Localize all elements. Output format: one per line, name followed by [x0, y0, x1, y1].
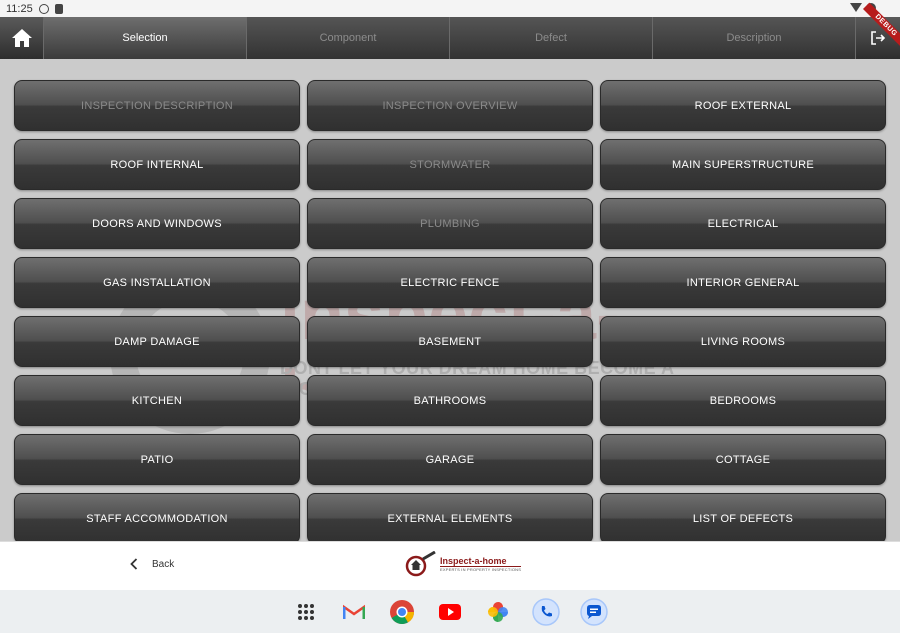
tab-component[interactable]: Component — [246, 17, 449, 59]
status-bar: 11:25 — [0, 0, 900, 17]
category-button-kitchen[interactable]: KITCHEN — [14, 375, 300, 426]
tab-defect[interactable]: Defect — [449, 17, 652, 59]
bottom-bar: Back Inspect-a-home EXPERTS IN PROPERTY … — [0, 541, 900, 590]
category-button-electrical[interactable]: ELECTRICAL — [600, 198, 886, 249]
category-button-stormwater[interactable]: STORMWATER — [307, 139, 593, 190]
top-nav: Selection Component Defect Description D… — [0, 2, 900, 59]
category-button-main-superstructure[interactable]: MAIN SUPERSTRUCTURE — [600, 139, 886, 190]
category-grid: INSPECTION DESCRIPTION INSPECTION OVERVIE… — [14, 80, 886, 541]
category-button-garage[interactable]: GARAGE — [307, 434, 593, 485]
android-taskbar — [0, 590, 900, 633]
home-button[interactable] — [0, 17, 43, 59]
status-time: 11:25 — [6, 2, 33, 15]
category-button-bathrooms[interactable]: BATHROOMS — [307, 375, 593, 426]
category-button-staff-accommodation[interactable]: STAFF ACCOMMODATION — [14, 493, 300, 541]
category-button-interior-general[interactable]: INTERIOR GENERAL — [600, 257, 886, 308]
category-button-living-rooms[interactable]: LIVING ROOMS — [600, 316, 886, 367]
brand-name: Inspect-a-home — [440, 556, 522, 567]
logout-button[interactable]: DEBUG — [855, 2, 900, 59]
category-button-damp-damage[interactable]: DAMP DAMAGE — [14, 316, 300, 367]
back-button[interactable]: Back — [130, 558, 174, 570]
magnifier-house-icon — [405, 551, 436, 577]
category-button-inspection-overview[interactable]: INSPECTION OVERVIEW — [307, 80, 593, 131]
category-button-doors-and-windows[interactable]: DOORS AND WINDOWS — [14, 198, 300, 249]
brand-tagline: EXPERTS IN PROPERTY INSPECTIONS — [440, 567, 522, 572]
category-button-basement[interactable]: BASEMENT — [307, 316, 593, 367]
youtube-icon[interactable] — [436, 598, 464, 626]
category-button-inspection-description[interactable]: INSPECTION DESCRIPTION — [14, 80, 300, 131]
category-button-roof-external[interactable]: ROOF EXTERNAL — [600, 80, 886, 131]
phone-icon[interactable] — [532, 597, 560, 626]
sync-status-icon — [38, 3, 49, 14]
logout-icon — [871, 31, 886, 45]
sim-card-icon — [54, 3, 63, 14]
gmail-icon[interactable] — [340, 598, 368, 626]
category-button-external-elements[interactable]: EXTERNAL ELEMENTS — [307, 493, 593, 541]
category-button-bedrooms[interactable]: BEDROOMS — [600, 375, 886, 426]
tab-selection[interactable]: Selection — [43, 17, 246, 59]
wifi-icon — [850, 3, 862, 12]
chevron-left-icon — [130, 558, 138, 570]
category-button-patio[interactable]: PATIO — [14, 434, 300, 485]
apps-grid-icon[interactable] — [292, 598, 320, 626]
messages-icon[interactable] — [580, 597, 608, 626]
category-panel: inspect-a-home DONT LET YOUR DREAM HOME … — [0, 59, 900, 541]
category-button-roof-internal[interactable]: ROOF INTERNAL — [14, 139, 300, 190]
category-button-list-of-defects[interactable]: LIST OF DEFECTS — [600, 493, 886, 541]
chrome-icon[interactable] — [388, 598, 416, 626]
tab-description[interactable]: Description — [652, 17, 855, 59]
category-button-electric-fence[interactable]: ELECTRIC FENCE — [307, 257, 593, 308]
category-button-gas-installation[interactable]: GAS INSTALLATION — [14, 257, 300, 308]
category-button-cottage[interactable]: COTTAGE — [600, 434, 886, 485]
back-label: Back — [152, 558, 175, 570]
brand-logo: Inspect-a-home EXPERTS IN PROPERTY INSPE… — [404, 551, 522, 577]
photos-icon[interactable] — [484, 598, 512, 626]
category-button-plumbing[interactable]: PLUMBING — [307, 198, 593, 249]
home-icon — [11, 29, 32, 47]
